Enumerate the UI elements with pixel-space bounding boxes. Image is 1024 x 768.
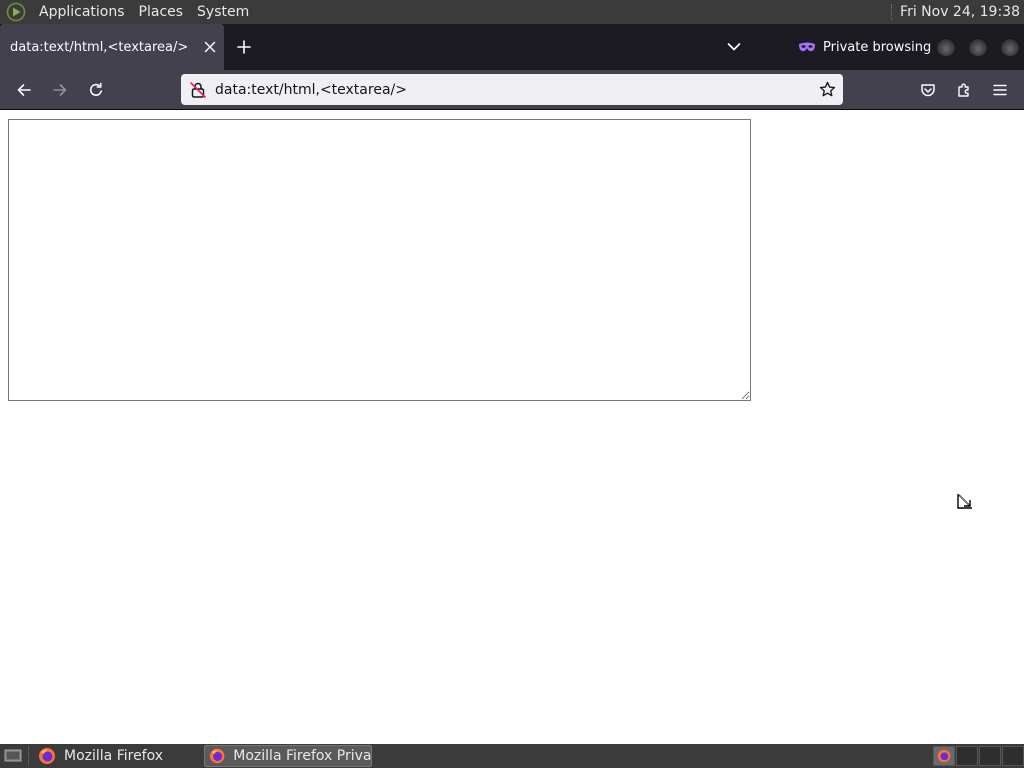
arrow-right-icon: [53, 84, 67, 96]
workspace-4[interactable]: [1002, 746, 1024, 766]
desktop-icon: [4, 749, 22, 762]
firefox-icon: [209, 748, 225, 764]
private-mask-icon: [799, 42, 815, 52]
taskbar: Mozilla Firefox Mozilla Firefox Priva…: [0, 744, 1024, 768]
list-all-tabs-button[interactable]: [720, 33, 748, 61]
tab-active[interactable]: data:text/html,<textarea/>: [0, 24, 224, 70]
window-maximize-button[interactable]: [969, 38, 987, 56]
page-textarea[interactable]: [8, 119, 751, 401]
top-panel: Applications Places System Fri Nov 24, 1…: [0, 0, 1024, 24]
clock[interactable]: Fri Nov 24, 19:38: [900, 4, 1024, 20]
pocket-button[interactable]: [914, 76, 942, 104]
tab-title: data:text/html,<textarea/>: [10, 39, 189, 55]
reload-button[interactable]: [82, 76, 110, 104]
distro-logo-icon[interactable]: [6, 2, 26, 22]
plus-icon: [237, 40, 251, 54]
task-label: Mozilla Firefox Priva…: [233, 748, 371, 764]
forward-button[interactable]: [46, 76, 74, 104]
firefox-icon: [937, 749, 951, 763]
tab-close-button[interactable]: [196, 33, 224, 61]
workspace-3[interactable]: [979, 746, 1001, 766]
url-text[interactable]: data:text/html,<textarea/>: [215, 82, 813, 98]
private-browsing-label: Private browsing: [823, 39, 932, 55]
navigation-toolbar: data:text/html,<textarea/>: [0, 70, 1024, 110]
menu-places[interactable]: Places: [132, 0, 191, 24]
pocket-icon: [921, 84, 935, 97]
app-menu-button[interactable]: [986, 76, 1014, 104]
chevron-down-icon: [727, 43, 741, 51]
close-icon: [204, 41, 216, 53]
workspace-2[interactable]: [956, 746, 978, 766]
task-firefox[interactable]: Mozilla Firefox: [34, 745, 198, 767]
page-content: [0, 111, 1024, 744]
address-bar[interactable]: data:text/html,<textarea/>: [181, 74, 843, 105]
star-icon: [819, 81, 835, 97]
task-firefox-private[interactable]: Mozilla Firefox Priva…: [204, 745, 372, 767]
workspace-switcher: [932, 744, 1024, 768]
firefox-icon: [39, 748, 55, 764]
new-tab-button[interactable]: [230, 33, 258, 61]
task-label: Mozilla Firefox: [64, 748, 164, 764]
menu-applications[interactable]: Applications: [32, 0, 132, 24]
hamburger-menu-icon: [993, 84, 1007, 96]
reload-icon: [89, 82, 102, 96]
window-minimize-button[interactable]: [937, 38, 955, 56]
menu-system[interactable]: System: [190, 0, 256, 24]
resize-cursor-icon: [957, 494, 972, 509]
extensions-button[interactable]: [950, 76, 978, 104]
window-close-button[interactable]: [1001, 38, 1019, 56]
tab-strip: data:text/html,<textarea/> Private brows…: [0, 24, 1024, 70]
puzzle-piece-icon: [958, 83, 969, 97]
panel-separator: [891, 4, 894, 20]
private-browsing-indicator: Private browsing: [798, 36, 931, 58]
insecure-lock-icon[interactable]: [189, 81, 207, 99]
arrow-left-icon: [17, 84, 31, 96]
back-button[interactable]: [10, 76, 38, 104]
show-desktop-button[interactable]: [2, 747, 24, 765]
workspace-1[interactable]: [933, 746, 955, 766]
bookmark-star-button[interactable]: [813, 76, 841, 104]
